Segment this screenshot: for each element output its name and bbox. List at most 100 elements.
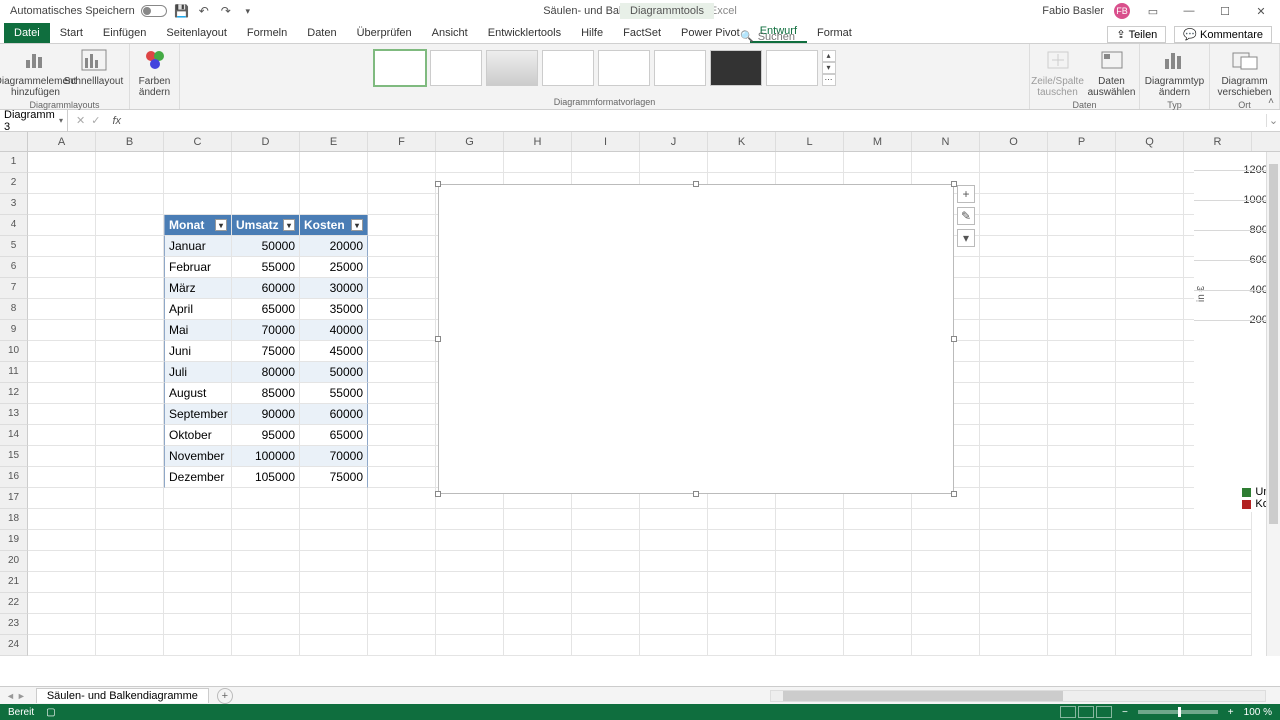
cell[interactable]: 50000 — [232, 236, 300, 257]
cell[interactable] — [708, 509, 776, 530]
cell[interactable] — [96, 299, 164, 320]
cell[interactable] — [28, 635, 96, 656]
cell[interactable] — [980, 362, 1048, 383]
sheet-tab[interactable]: Säulen- und Balkendiagramme — [36, 688, 209, 703]
cell[interactable] — [1048, 572, 1116, 593]
tab-formeln[interactable]: Formeln — [237, 23, 297, 43]
cell[interactable] — [368, 194, 436, 215]
row-header[interactable]: 15 — [0, 446, 28, 467]
row-header[interactable]: 4 — [0, 215, 28, 236]
chart-elements-button[interactable]: + — [957, 185, 975, 203]
row-header[interactable]: 23 — [0, 614, 28, 635]
column-header[interactable]: D — [232, 132, 300, 151]
cell[interactable] — [368, 215, 436, 236]
cell[interactable] — [436, 572, 504, 593]
cell[interactable] — [300, 509, 368, 530]
cell[interactable] — [572, 509, 640, 530]
cell[interactable] — [640, 572, 708, 593]
add-chart-element-button[interactable]: Diagrammelement hinzufügen — [9, 46, 63, 98]
cell[interactable] — [708, 551, 776, 572]
cell[interactable]: 60000 — [300, 404, 368, 425]
cell[interactable] — [844, 572, 912, 593]
cell[interactable] — [1184, 530, 1252, 551]
add-sheet-button[interactable]: + — [217, 688, 233, 704]
cell[interactable] — [436, 614, 504, 635]
worksheet-grid[interactable]: ABCDEFGHIJKLMNOPQR 1234Monat▾Umsatz▾Kost… — [0, 132, 1280, 656]
cell[interactable] — [164, 551, 232, 572]
cell[interactable] — [1048, 551, 1116, 572]
cell[interactable] — [640, 152, 708, 173]
cell[interactable] — [912, 509, 980, 530]
cell[interactable] — [1048, 362, 1116, 383]
cell[interactable] — [1184, 614, 1252, 635]
chevron-down-icon[interactable]: ▾ — [59, 116, 63, 125]
resize-handle[interactable] — [693, 181, 699, 187]
cell[interactable] — [300, 572, 368, 593]
cell[interactable] — [96, 551, 164, 572]
cell[interactable] — [28, 509, 96, 530]
cell[interactable] — [28, 425, 96, 446]
cell[interactable] — [912, 635, 980, 656]
cell[interactable] — [96, 509, 164, 530]
cell[interactable] — [368, 362, 436, 383]
cell[interactable] — [368, 572, 436, 593]
zoom-in-icon[interactable]: + — [1228, 707, 1234, 718]
cell[interactable] — [368, 320, 436, 341]
resize-handle[interactable] — [951, 491, 957, 497]
cell[interactable] — [164, 572, 232, 593]
cell[interactable] — [1184, 509, 1252, 530]
cell[interactable]: 45000 — [300, 341, 368, 362]
cell[interactable] — [912, 551, 980, 572]
cell[interactable] — [28, 299, 96, 320]
cell[interactable] — [96, 320, 164, 341]
cell[interactable] — [368, 383, 436, 404]
cell[interactable] — [980, 278, 1048, 299]
cell[interactable]: Kosten▾ — [300, 215, 368, 236]
tab-daten[interactable]: Daten — [297, 23, 346, 43]
cell[interactable] — [28, 488, 96, 509]
cell[interactable] — [980, 635, 1048, 656]
cell[interactable] — [368, 530, 436, 551]
column-header[interactable]: R — [1184, 132, 1252, 151]
cell[interactable] — [844, 152, 912, 173]
cell[interactable] — [1048, 425, 1116, 446]
cell[interactable] — [980, 299, 1048, 320]
cell[interactable] — [368, 278, 436, 299]
cell[interactable] — [1116, 572, 1184, 593]
cell[interactable] — [28, 194, 96, 215]
column-header[interactable]: H — [504, 132, 572, 151]
cell[interactable] — [776, 593, 844, 614]
column-header[interactable]: E — [300, 132, 368, 151]
cell[interactable] — [96, 530, 164, 551]
column-header[interactable]: L — [776, 132, 844, 151]
redo-icon[interactable]: ↷ — [219, 4, 233, 18]
cell[interactable]: März — [164, 278, 232, 299]
cell[interactable] — [844, 614, 912, 635]
cell[interactable] — [28, 362, 96, 383]
cell[interactable] — [1184, 635, 1252, 656]
style-thumb-1[interactable] — [374, 50, 426, 86]
cell[interactable] — [232, 509, 300, 530]
cell[interactable] — [1116, 509, 1184, 530]
cell[interactable] — [1048, 236, 1116, 257]
cell[interactable]: 70000 — [300, 446, 368, 467]
cell[interactable] — [368, 467, 436, 488]
cell[interactable] — [96, 152, 164, 173]
cell[interactable] — [912, 572, 980, 593]
cell[interactable] — [232, 551, 300, 572]
tab-power pivot[interactable]: Power Pivot — [671, 23, 750, 43]
gallery-more-icon[interactable]: ⋯ — [822, 74, 836, 86]
close-icon[interactable]: ✕ — [1248, 3, 1274, 19]
cell[interactable]: 55000 — [300, 383, 368, 404]
cell[interactable] — [844, 509, 912, 530]
tab-ansicht[interactable]: Ansicht — [422, 23, 478, 43]
cell[interactable] — [708, 530, 776, 551]
cell[interactable] — [28, 320, 96, 341]
cell[interactable] — [436, 551, 504, 572]
cell[interactable] — [1116, 614, 1184, 635]
cell[interactable] — [232, 152, 300, 173]
cell[interactable] — [96, 257, 164, 278]
cell[interactable] — [776, 572, 844, 593]
cell[interactable] — [980, 173, 1048, 194]
tab-start[interactable]: Start — [50, 23, 93, 43]
